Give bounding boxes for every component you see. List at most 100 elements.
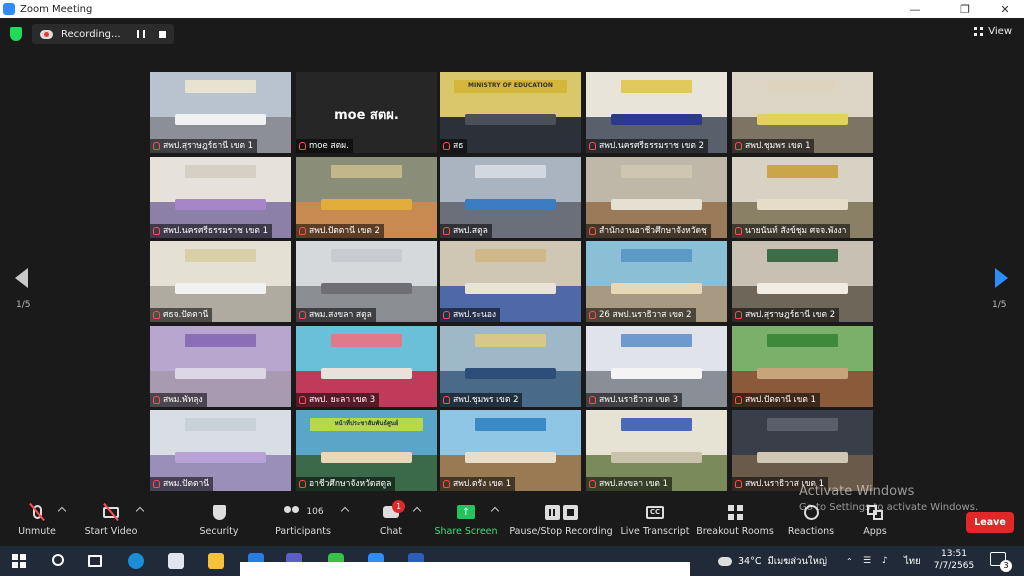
video-background (732, 72, 873, 117)
participant-video-tile[interactable]: หน้าที่ประชาสัมพันธ์ศูนย์ อาชีวศึกษาจังหว… (296, 410, 437, 491)
zoom-logo-icon (3, 3, 15, 15)
participant-video-tile[interactable]: สพป. ยะลา เขต 3 (296, 326, 437, 407)
security-shield-icon (212, 504, 226, 520)
participant-video-tile[interactable]: สพป.ปัตตานี เขต 2 (296, 157, 437, 238)
video-gallery: สพป.สุราษฎร์ธานี เขต 1 moe สตผ. moe สตผ. MI… (150, 72, 874, 491)
wifi-icon[interactable]: ☰ (863, 546, 871, 576)
previous-page-arrow-icon[interactable] (15, 268, 28, 288)
participant-video-tile[interactable]: สพป.นครศรีธรรมราช เขต 1 (150, 157, 291, 238)
muted-mic-icon (299, 396, 306, 404)
chat-label: Chat (379, 526, 403, 537)
video-background (732, 157, 873, 202)
meeting-table (321, 452, 412, 464)
minimize-button[interactable]: — (900, 0, 930, 18)
participant-video-tile[interactable]: สพป.สุราษฎร์ธานี เขต 1 (150, 72, 291, 153)
meeting-table (465, 283, 556, 295)
participant-video-tile[interactable]: สพป.ชุมพร เขต 2 (440, 326, 581, 407)
participant-name-label: อาชีวศึกษาจังหวัดสตูล (296, 477, 396, 491)
video-background (150, 326, 291, 371)
video-background (440, 241, 581, 286)
input-language[interactable]: ไทย (904, 546, 921, 576)
muted-mic-icon (443, 142, 450, 150)
encryption-shield-icon[interactable] (10, 27, 22, 41)
participant-video-tile[interactable]: นายนันท์ สังข์ชุม ศจจ.พังงา (732, 157, 873, 238)
windows-start-icon[interactable] (12, 554, 26, 568)
taskbar-clock[interactable]: 13:51 7/7/2565 (932, 548, 976, 572)
room-banner (767, 80, 838, 94)
close-button[interactable]: ✕ (990, 0, 1020, 18)
participant-video-tile[interactable]: สพป.นครศรีธรรมราช เขต 2 (586, 72, 727, 153)
participant-video-tile[interactable]: สพม.สงขลา สตูล (296, 241, 437, 322)
muted-mic-icon (299, 142, 306, 150)
participants-count: 106 (306, 507, 324, 517)
participant-video-tile[interactable]: สพป.ระนอง (440, 241, 581, 322)
pause-recording-icon[interactable] (137, 30, 145, 38)
participant-video-tile[interactable]: สพป.ชุมพร เขต 1 (732, 72, 873, 153)
participant-video-tile[interactable]: สพป.นราธิวาส เขต 3 (586, 326, 727, 407)
participant-name-label: สพป.นครศรีธรรมราช เขต 1 (150, 224, 272, 238)
participant-video-tile[interactable]: สพป.นราธิวาส เขต 1 (732, 410, 873, 491)
view-label: View (988, 26, 1012, 37)
chat-options-chevron-icon[interactable] (412, 506, 422, 516)
weather-description: มีเมฆส่วนใหญ่ (767, 555, 827, 567)
closed-caption-icon: CC (646, 505, 664, 519)
participant-video-tile[interactable]: สพป.สุราษฎร์ธานี เขต 2 (732, 241, 873, 322)
view-button[interactable]: View (974, 26, 1012, 37)
meeting-table (465, 368, 556, 380)
edge-browser-icon[interactable] (128, 553, 144, 569)
meeting-table (757, 368, 848, 380)
stop-recording-icon[interactable] (159, 30, 166, 38)
participant-video-tile[interactable]: สำนักงานอาชีวศึกษาจังหวัดชุ (586, 157, 727, 238)
video-background (440, 326, 581, 371)
search-icon[interactable] (52, 554, 64, 566)
participant-name-label: สพป.ชุมพร เขต 1 (732, 139, 815, 153)
participant-video-tile[interactable]: MINISTRY OF EDUCATION สธ (440, 72, 581, 153)
muted-mic-icon (153, 227, 160, 235)
room-banner (185, 80, 256, 94)
activate-windows-watermark: Activate Windows Go to Settings to activ… (799, 484, 978, 513)
video-background (440, 157, 581, 202)
video-background (732, 326, 873, 371)
task-view-icon[interactable] (88, 555, 102, 567)
store-icon[interactable] (168, 553, 184, 569)
start-video-button[interactable]: Start Video (82, 498, 140, 546)
live-transcript-button[interactable]: CC Live Transcript (620, 498, 690, 546)
participants-icon (282, 506, 302, 518)
tray-chevron-up-icon[interactable]: ⌃ (846, 546, 853, 576)
participant-video-tile[interactable]: moe สตผ. moe สตผ. (296, 72, 437, 153)
participants-options-chevron-icon[interactable] (340, 506, 350, 516)
participant-video-tile[interactable]: สพป.สตูล (440, 157, 581, 238)
participant-video-tile[interactable]: สพป.สงขลา เขต 1 (586, 410, 727, 491)
room-banner (621, 249, 692, 263)
room-banner (185, 165, 256, 179)
clock-time: 13:51 (941, 549, 967, 559)
room-banner (475, 418, 546, 432)
participants-button[interactable]: 106 Participants (272, 498, 334, 546)
pause-stop-recording-button[interactable]: Pause/Stop Recording (509, 498, 613, 546)
share-screen-button[interactable]: ↑ Share Screen (434, 498, 498, 546)
video-background (732, 241, 873, 286)
participant-video-tile[interactable]: สพม.ปัตตานี (150, 410, 291, 491)
unmute-button[interactable]: Unmute (14, 498, 60, 546)
chat-button[interactable]: 1 Chat (372, 498, 410, 546)
meeting-table (757, 283, 848, 295)
maximize-button[interactable]: ❐ (950, 0, 980, 18)
participant-video-tile[interactable]: สพป.ปัตตานี เขต 1 (732, 326, 873, 407)
security-button[interactable]: Security (196, 498, 242, 546)
participant-name-label: สพป.สุราษฎร์ธานี เขต 2 (732, 308, 840, 322)
video-background (150, 410, 291, 455)
clock-date: 7/7/2565 (933, 561, 975, 571)
participant-video-tile[interactable]: 26 สพป.นราธิวาส เขต 2 (586, 241, 727, 322)
notification-count-badge: 3 (1000, 560, 1012, 572)
participant-video-tile[interactable]: ศธจ.ปัตตานี (150, 241, 291, 322)
breakout-rooms-button[interactable]: Breakout Rooms (696, 498, 774, 546)
next-page-arrow-icon[interactable] (995, 268, 1008, 288)
video-background (586, 72, 727, 117)
file-explorer-icon[interactable] (208, 553, 224, 569)
participant-video-tile[interactable]: สพม.พัทลุง (150, 326, 291, 407)
participant-video-tile[interactable]: สพป.ตรัง เขต 1 (440, 410, 581, 491)
meeting-top-bar: Recording... View (0, 18, 1024, 50)
weather-widget[interactable]: 34°C มีเมฆส่วนใหญ่ (718, 546, 827, 576)
leave-button[interactable]: Leave (966, 512, 1014, 533)
volume-icon[interactable]: ♪ (882, 546, 888, 576)
